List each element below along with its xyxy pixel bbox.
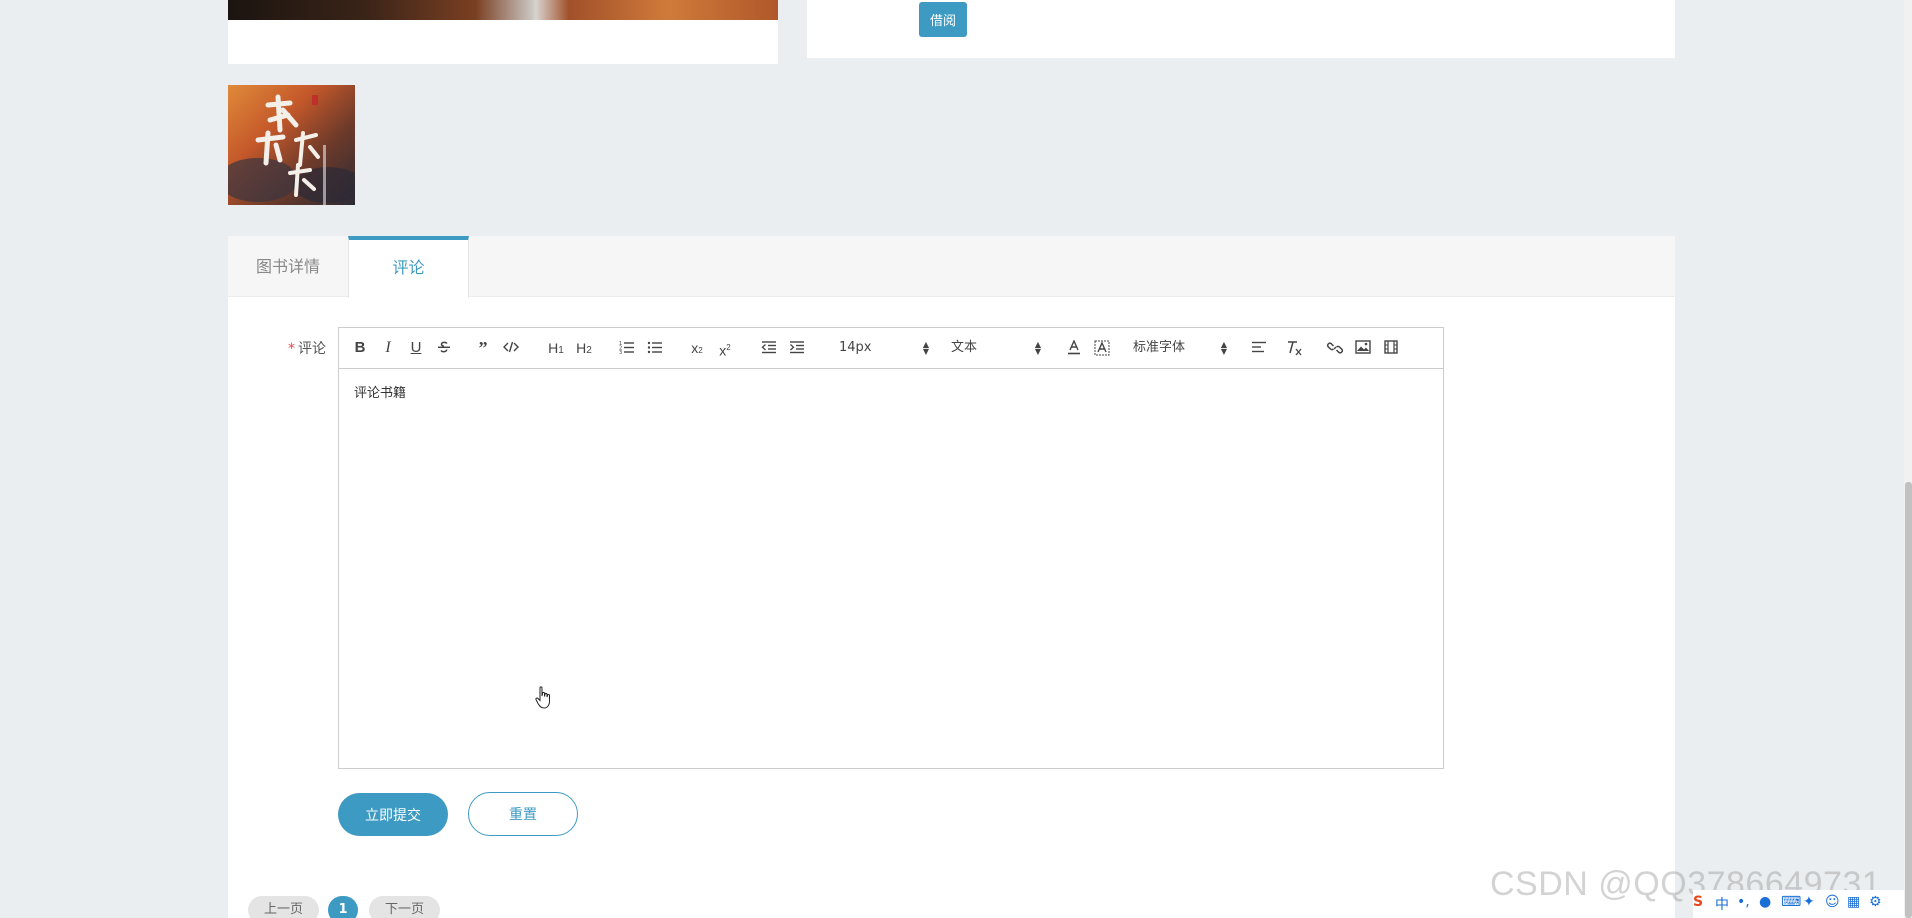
strikethrough-icon[interactable]: [435, 337, 453, 359]
editor-content-area[interactable]: 评论书籍: [339, 370, 1443, 768]
font-size-value: 14px: [839, 340, 872, 355]
tab-comments[interactable]: 评论: [348, 236, 469, 298]
emoji-icon[interactable]: ☺: [1825, 894, 1840, 910]
tab-book-details[interactable]: 图书详情: [228, 236, 348, 297]
picker-arrows-icon: ▲ ▼: [922, 340, 929, 356]
underline-icon[interactable]: U: [407, 337, 425, 359]
image-icon[interactable]: [1353, 337, 1373, 359]
required-mark: *: [288, 341, 295, 357]
video-icon[interactable]: [1381, 337, 1401, 359]
rich-text-editor: B I U ” H1 H2 123 x2 x2 14px ▲ ▼ 文本 ▲ ▼ …: [338, 327, 1444, 769]
ime-mode-label[interactable]: 中: [1715, 894, 1729, 914]
align-icon[interactable]: [1249, 337, 1269, 359]
background-color-icon[interactable]: [1092, 337, 1112, 359]
header-2-icon[interactable]: H2: [573, 337, 595, 359]
comment-field-label: * 评论: [288, 338, 326, 358]
italic-icon[interactable]: I: [379, 337, 397, 359]
header-value: 文本: [951, 340, 978, 355]
book-banner-image: [228, 0, 778, 20]
font-family-picker[interactable]: 标准字体 ▲ ▼: [1133, 337, 1227, 359]
font-color-icon[interactable]: [1064, 337, 1084, 359]
picker-arrows-icon: ▲ ▼: [1220, 340, 1227, 356]
ime-tray: S 中 •, ● ⌨ ✦ ☺ ▦ ⚙: [1693, 890, 1904, 918]
book-banner-card: [228, 0, 778, 64]
bullet-list-icon[interactable]: [645, 337, 665, 359]
bold-icon[interactable]: B: [351, 337, 369, 359]
skin-icon[interactable]: ✦: [1803, 894, 1815, 910]
blockquote-icon[interactable]: ”: [473, 337, 493, 359]
svg-text:3: 3: [619, 350, 622, 354]
toolbox-icon[interactable]: ▦: [1847, 894, 1860, 910]
code-block-icon[interactable]: [501, 337, 521, 359]
hand-pointer-cursor-icon: [535, 686, 553, 715]
header-picker[interactable]: 文本 ▲ ▼: [951, 337, 1041, 359]
indent-icon[interactable]: [787, 337, 807, 359]
subscript-icon[interactable]: x2: [687, 337, 707, 359]
editor-toolbar: B I U ” H1 H2 123 x2 x2 14px ▲ ▼ 文本 ▲ ▼ …: [339, 328, 1443, 369]
settings-icon[interactable]: ⚙: [1869, 894, 1882, 910]
borrow-button[interactable]: 借阅: [919, 2, 967, 37]
font-size-picker[interactable]: 14px ▲ ▼: [839, 337, 929, 359]
outdent-icon[interactable]: [759, 337, 779, 359]
header-1-icon[interactable]: H1: [545, 337, 567, 359]
tab-bar: 图书详情 评论: [228, 236, 1675, 298]
page-number-button[interactable]: 1: [328, 896, 358, 918]
link-icon[interactable]: [1325, 337, 1345, 359]
font-family-value: 标准字体: [1133, 340, 1186, 355]
microphone-icon[interactable]: ●: [1759, 894, 1771, 910]
editor-content-text: 评论书籍: [354, 386, 407, 401]
book-cover-thumbnail[interactable]: [228, 85, 355, 205]
keyboard-icon[interactable]: ⌨: [1781, 894, 1801, 910]
reset-button[interactable]: 重置: [468, 792, 578, 836]
sogou-logo-icon: S: [1693, 894, 1704, 910]
next-page-button[interactable]: 下一页: [369, 896, 440, 918]
clear-format-icon[interactable]: [1283, 337, 1305, 359]
punctuation-icon[interactable]: •,: [1737, 894, 1750, 910]
superscript-icon[interactable]: x2: [715, 337, 735, 359]
prev-page-button[interactable]: 上一页: [248, 896, 319, 918]
submit-button[interactable]: 立即提交: [338, 793, 448, 836]
picker-arrows-icon: ▲ ▼: [1034, 340, 1041, 356]
page-scrollbar-thumb[interactable]: [1905, 482, 1912, 918]
ordered-list-icon[interactable]: 123: [617, 337, 637, 359]
comment-label-text: 评论: [298, 341, 326, 357]
